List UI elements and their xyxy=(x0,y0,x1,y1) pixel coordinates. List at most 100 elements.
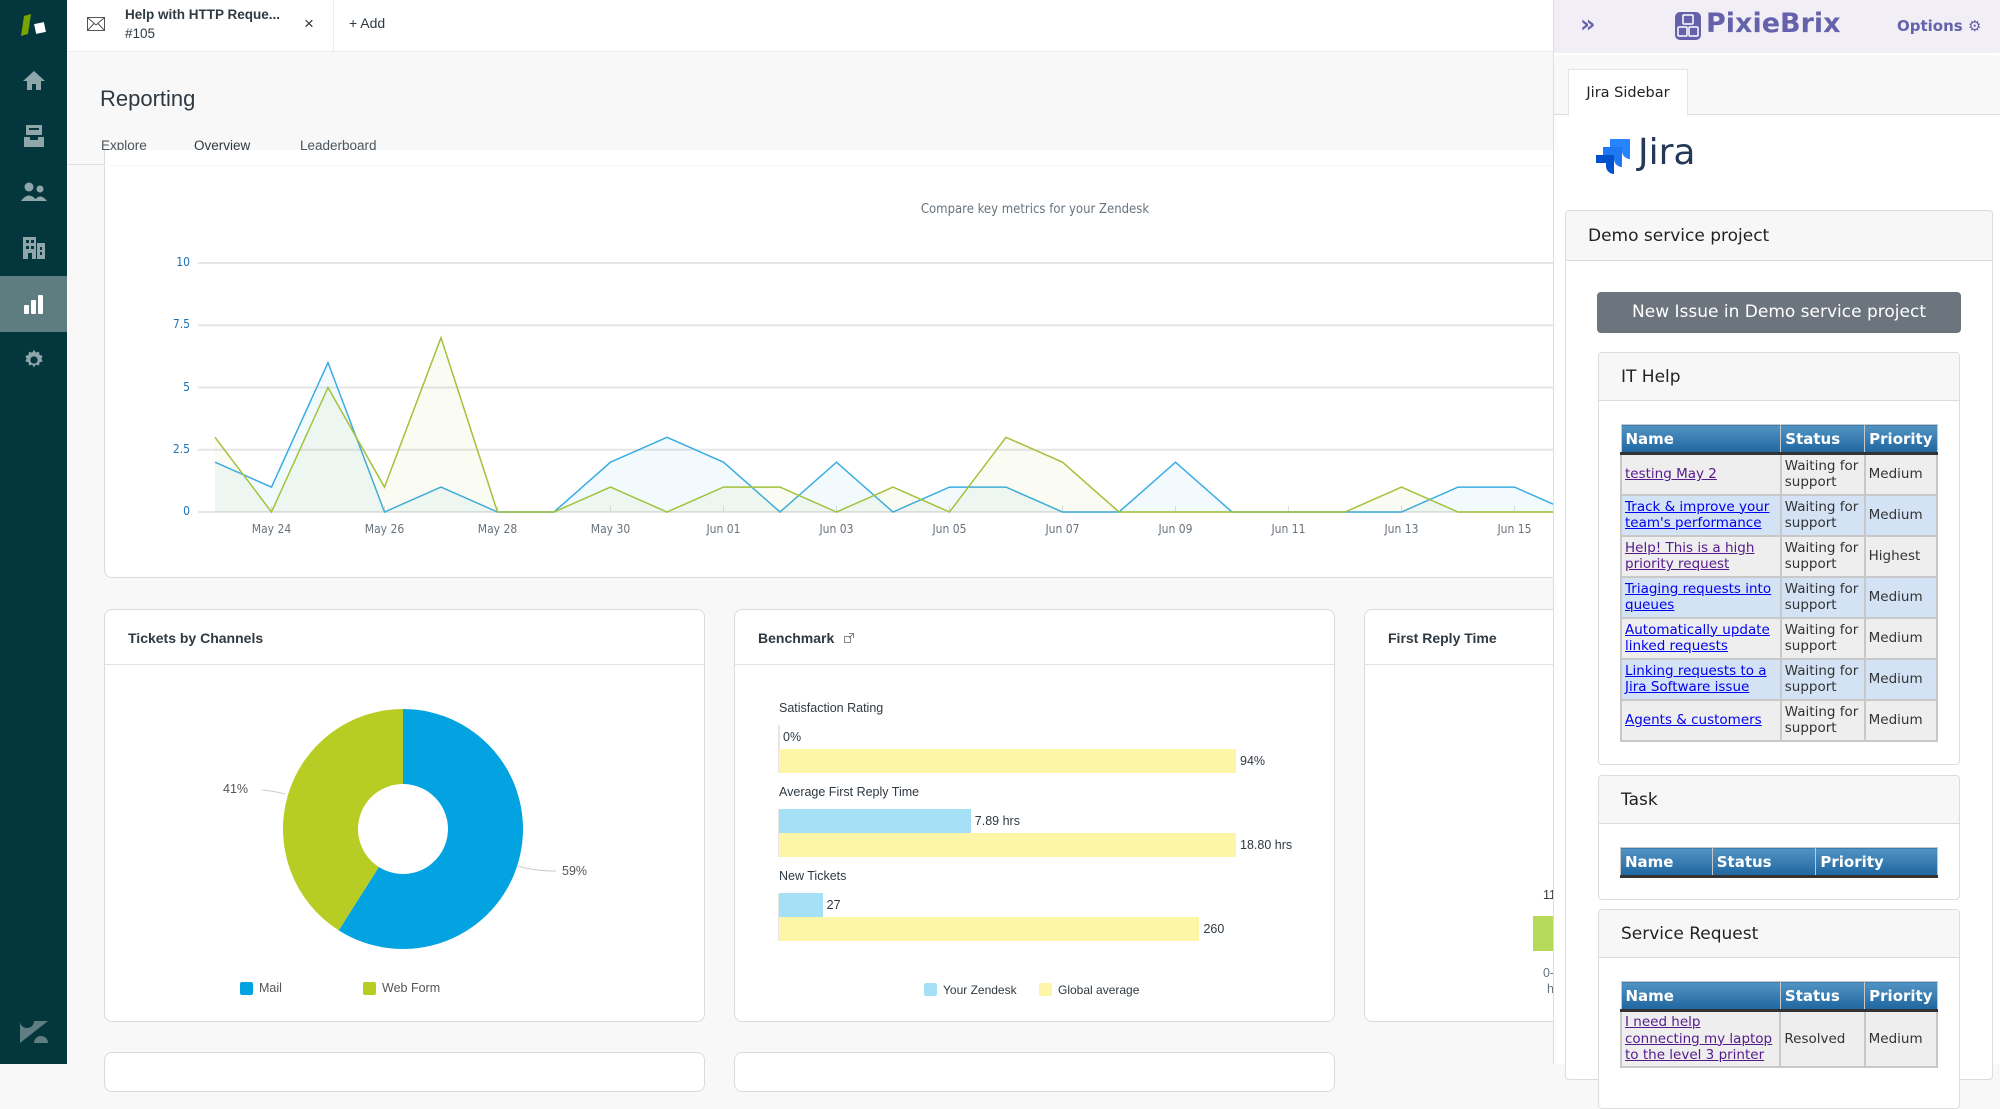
x-tick-label: Jun 05 xyxy=(925,522,975,536)
x-tick-label: May 26 xyxy=(360,522,410,536)
jira-logo-icon xyxy=(1596,139,1632,175)
legend-swatch-web-form xyxy=(363,982,376,995)
benchmark-value: 0% xyxy=(783,730,801,744)
issue-priority: Medium xyxy=(1865,659,1937,700)
project-title: Demo service project xyxy=(1566,211,1992,261)
legend-swatch-your-zendesk xyxy=(924,983,937,996)
options-button[interactable]: Options ⚙ xyxy=(1897,17,1981,35)
column-header-priority[interactable]: Priority xyxy=(1865,425,1937,454)
x-tick-label: Jun 09 xyxy=(1151,522,1201,536)
column-header-name[interactable]: Name xyxy=(1621,425,1781,454)
issue-link[interactable]: I need help connecting my laptop to the … xyxy=(1625,1014,1772,1063)
table-row: Automatically update linked requests Wait… xyxy=(1621,618,1937,659)
external-link-icon[interactable] xyxy=(844,633,854,643)
table-row: Agents & customers Waiting for supportMed… xyxy=(1621,700,1937,741)
issue-priority: Medium xyxy=(1865,577,1937,618)
issue-group-service-request: Service Request NameStatusPriority I need … xyxy=(1598,909,1960,1109)
issue-link[interactable]: Track & improve your team's performance xyxy=(1625,499,1769,532)
x-tick-label: May 28 xyxy=(473,522,523,536)
issue-status: Waiting for support xyxy=(1781,536,1865,577)
issue-link[interactable]: Linking requests to a Jira Software issu… xyxy=(1625,663,1767,696)
legend-global-average[interactable]: Global average xyxy=(1058,983,1139,997)
legend-swatch-mail xyxy=(240,982,253,995)
legend-your-zendesk[interactable]: Your Zendesk xyxy=(943,983,1017,997)
card-peek xyxy=(734,1052,1335,1092)
group-title: IT Help xyxy=(1599,353,1959,401)
issues-table: NameStatusPriority testing May 2 Waiting f… xyxy=(1620,424,1938,742)
donut-chart xyxy=(104,609,705,1022)
x-tick-label: Jun 11 xyxy=(1264,522,1314,536)
column-header-priority[interactable]: Priority xyxy=(1865,982,1937,1011)
issue-status: Waiting for support xyxy=(1781,659,1865,700)
column-header-priority[interactable]: Priority xyxy=(1816,848,1938,877)
legend-mail[interactable]: Mail xyxy=(259,981,282,995)
issue-link[interactable]: Agents & customers xyxy=(1625,712,1762,728)
issues-table: NameStatusPriority xyxy=(1620,847,1938,878)
issues-table: NameStatusPriority I need help connecting… xyxy=(1620,981,1938,1068)
issue-link[interactable]: Automatically update linked requests xyxy=(1625,622,1770,655)
benchmark-value: 18.80 hrs xyxy=(1240,838,1292,852)
table-row: Linking requests to a Jira Software issu… xyxy=(1621,659,1937,700)
column-header-name[interactable]: Name xyxy=(1621,982,1780,1011)
y-tick-label: 7.5 xyxy=(160,317,190,331)
jira-logo-text: Jira xyxy=(1638,132,1695,173)
issue-link[interactable]: testing May 2 xyxy=(1625,466,1717,482)
column-header-status[interactable]: Status xyxy=(1781,425,1865,454)
table-row: testing May 2 Waiting for supportMedium xyxy=(1621,454,1937,495)
tab-jira-sidebar[interactable]: Jira Sidebar xyxy=(1568,69,1688,116)
issue-priority: Medium xyxy=(1865,700,1937,741)
x-tick-label: Jun 01 xyxy=(699,522,749,536)
issue-status: Waiting for support xyxy=(1781,700,1865,741)
issue-group-it-help: IT Help NameStatusPriority testing May 2 Wa… xyxy=(1598,352,1960,765)
column-header-status[interactable]: Status xyxy=(1780,982,1864,1011)
benchmark-bar-global xyxy=(779,917,1199,941)
y-tick-label: 0 xyxy=(160,504,190,518)
table-row: Help! This is a high priority request Wai… xyxy=(1621,536,1937,577)
benchmark-bar-global xyxy=(779,749,1236,773)
issue-link[interactable]: Triaging requests into queues xyxy=(1625,581,1771,614)
zendesk-z-logo[interactable] xyxy=(19,1020,49,1049)
x-tick-label: Jun 13 xyxy=(1377,522,1427,536)
legend-web-form[interactable]: Web Form xyxy=(382,981,440,995)
benchmark-category: Satisfaction Rating xyxy=(779,701,883,715)
y-tick-label: 10 xyxy=(160,255,190,269)
issue-link[interactable]: Help! This is a high priority request xyxy=(1625,540,1754,573)
table-row: Triaging requests into queuesWaiting for… xyxy=(1621,577,1937,618)
issue-status: Waiting for support xyxy=(1781,618,1865,659)
card-peek xyxy=(104,1052,705,1092)
group-title: Service Request xyxy=(1599,910,1959,958)
table-row: Track & improve your team's performance W… xyxy=(1621,495,1937,536)
benchmark-value: 94% xyxy=(1240,754,1265,768)
benchmark-category: New Tickets xyxy=(779,869,846,883)
legend-swatch-global-average xyxy=(1039,983,1052,996)
x-tick-label: May 24 xyxy=(247,522,297,536)
benchmark-bar-yours xyxy=(779,809,971,833)
gear-icon: ⚙ xyxy=(1968,17,1981,35)
issue-priority: Highest xyxy=(1865,536,1937,577)
benchmark-value: 7.89 hrs xyxy=(975,814,1020,828)
sidebar-header: » PixieBrix Options ⚙ xyxy=(1554,0,2000,53)
column-header-status[interactable]: Status xyxy=(1712,848,1816,877)
line-chart xyxy=(0,0,1553,580)
x-tick-label: Jun 03 xyxy=(812,522,862,536)
benchmark-category: Average First Reply Time xyxy=(779,785,919,799)
x-tick-label: Jun 15 xyxy=(1490,522,1540,536)
issue-priority: Medium xyxy=(1865,618,1937,659)
benchmark-bar-yours xyxy=(779,893,823,917)
column-header-name[interactable]: Name xyxy=(1621,848,1713,877)
issue-priority: Medium xyxy=(1865,454,1937,495)
collapse-sidebar-button[interactable]: » xyxy=(1580,10,1596,38)
new-issue-button[interactable]: New Issue in Demo service project xyxy=(1597,292,1961,333)
issue-priority: Medium xyxy=(1865,495,1937,536)
pixiebrix-brand: PixieBrix xyxy=(1706,8,1841,39)
slice-label-web-form: 41% xyxy=(223,782,248,796)
benchmark-value: 27 xyxy=(827,898,841,912)
issue-status: Waiting for support xyxy=(1781,495,1865,536)
benchmark-value: 260 xyxy=(1203,922,1224,936)
issue-status: Resolved xyxy=(1780,1011,1864,1067)
pixiebrix-logo-icon xyxy=(1675,12,1701,40)
issue-status: Waiting for support xyxy=(1781,454,1865,495)
slice-label-mail: 59% xyxy=(562,864,587,878)
table-row: I need help connecting my laptop to the … xyxy=(1621,1011,1937,1067)
x-tick-label: Jun 07 xyxy=(1038,522,1088,536)
